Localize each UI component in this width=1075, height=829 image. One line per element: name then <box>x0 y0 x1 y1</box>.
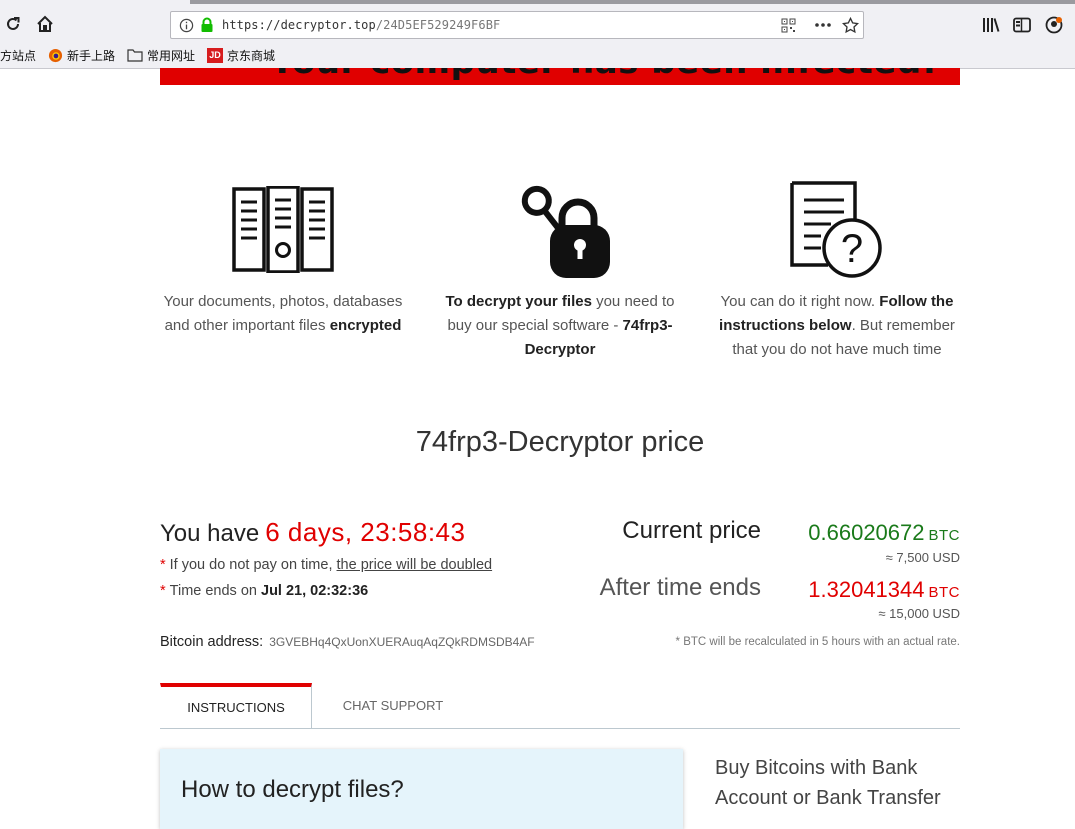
btc-unit: BTC <box>928 527 960 544</box>
tab-chat-support[interactable]: CHAT SUPPORT <box>311 683 475 727</box>
countdown-timer: 6 days, 23:58:43 <box>265 517 466 547</box>
bookmark-label: 京东商城 <box>227 48 276 63</box>
encrypted-files-icon <box>232 186 334 273</box>
price-title: 74frp3-Decryptor price <box>415 426 705 458</box>
bitcoin-address-value[interactable]: 3GVEBHq4QxUonXUERAuqAqZQkRDMSDB4AF <box>269 635 534 649</box>
reload-button[interactable] <box>2 13 24 35</box>
home-icon <box>37 15 53 32</box>
bookmark-label: 常用网址 <box>147 48 196 63</box>
feature-text-decrypt: To decrypt your files you need to buy ou… <box>434 290 686 362</box>
tab-bar: INSTRUCTIONS CHAT SUPPORT <box>160 683 960 729</box>
reload-icon <box>7 17 20 30</box>
bookmark-label: 新手上路 <box>67 48 116 63</box>
current-price-label: Current price <box>622 517 761 544</box>
asterisk: * <box>160 583 166 599</box>
current-price-usd: ≈ 7,500 USD <box>885 550 960 565</box>
you-have-label: You have <box>160 520 260 547</box>
url-path: /24D5EF529249F6BF <box>375 18 501 32</box>
after-price-btc: 1.32041344 BTC <box>808 577 960 603</box>
buy-bitcoins-heading: Buy Bitcoins with Bank Account or Bank T… <box>715 757 941 809</box>
feature-1-bold: encrypted <box>329 317 402 334</box>
sidebar-icon <box>1013 17 1031 33</box>
infected-banner: Your computer has been infected! <box>160 68 960 85</box>
bookmark-star-icon[interactable] <box>842 17 859 34</box>
current-price-btc: 0.66020672 BTC <box>808 520 960 546</box>
library-button[interactable] <box>981 15 1001 35</box>
banner-text: Your computer has been infected! <box>270 68 938 82</box>
url-text[interactable]: https://decryptor.top/24D5EF529249F6BF <box>222 18 500 32</box>
bookmarks-bar: 方站点 新手上路 常用网址 JD 京东商城 <box>0 43 287 67</box>
url-domain: https://decryptor.top <box>222 18 376 32</box>
instructions-panel: How to decrypt files? <box>160 749 683 829</box>
instructions-title: How to decrypt files? <box>181 776 404 803</box>
countdown: You have 6 days, 23:58:43 <box>160 517 465 548</box>
tab-strip <box>190 0 1075 4</box>
jd-icon: JD <box>207 47 224 63</box>
qr-code-icon[interactable] <box>781 18 796 33</box>
document-question-icon: ? <box>790 181 882 278</box>
tab-instructions[interactable]: INSTRUCTIONS <box>160 683 312 728</box>
folder-icon <box>127 48 143 62</box>
bookmark-item-3[interactable]: JD 京东商城 <box>207 47 275 64</box>
after-time-label: After time ends <box>599 574 761 601</box>
current-btc-value: 0.66020672 <box>808 520 925 545</box>
browser-toolbar: https://decryptor.top/24D5EF529249F6BF 方… <box>0 0 1075 69</box>
sidebar-button[interactable] <box>1012 15 1032 35</box>
note-text: Time ends on <box>169 583 261 599</box>
bookmark-item-0[interactable]: 方站点 <box>0 47 36 64</box>
note-text: If you do not pay on time, <box>169 557 337 573</box>
feature-3-text: You can do it right now. <box>720 293 880 310</box>
more-icon[interactable] <box>814 22 832 28</box>
bitcoin-address-label: Bitcoin address: <box>160 634 264 650</box>
key-lock-icon <box>521 185 610 278</box>
bitcoin-address: Bitcoin address: 3GVEBHq4QxUonXUERAuqAqZ… <box>160 634 535 650</box>
svg-text:?: ? <box>841 227 863 271</box>
recalc-note: * BTC will be recalculated in 5 hours wi… <box>675 636 960 648</box>
btc-unit: BTC <box>928 584 960 601</box>
bookmark-item-2[interactable]: 常用网址 <box>127 47 195 64</box>
firefox-icon <box>48 48 63 63</box>
feature-text-encrypted: Your documents, photos, databases and ot… <box>158 290 408 338</box>
info-icon[interactable] <box>179 18 194 33</box>
price-doubled-note: * If you do not pay on time, the price wi… <box>160 557 492 573</box>
price-doubled-link[interactable]: the price will be doubled <box>337 557 493 573</box>
after-price-usd: ≈ 15,000 USD <box>878 606 960 621</box>
address-bar[interactable]: https://decryptor.top/24D5EF529249F6BF <box>170 11 864 39</box>
feature-2-bold: To decrypt your files <box>445 293 592 310</box>
bookmark-label: 方站点 <box>0 48 37 63</box>
account-button[interactable] <box>1044 15 1064 35</box>
after-btc-value: 1.32041344 <box>808 577 925 602</box>
asterisk: * <box>160 557 166 573</box>
time-ends-note: * Time ends on Jul 21, 02:32:36 <box>160 583 368 599</box>
lock-icon <box>201 17 213 32</box>
home-button[interactable] <box>34 13 56 35</box>
bookmark-item-1[interactable]: 新手上路 <box>48 47 115 64</box>
library-icon <box>983 18 1000 32</box>
feature-text-instructions: You can do it right now. Follow the inst… <box>712 290 962 362</box>
deadline-date: Jul 21, 02:32:36 <box>261 583 369 599</box>
account-icon <box>1045 16 1063 34</box>
